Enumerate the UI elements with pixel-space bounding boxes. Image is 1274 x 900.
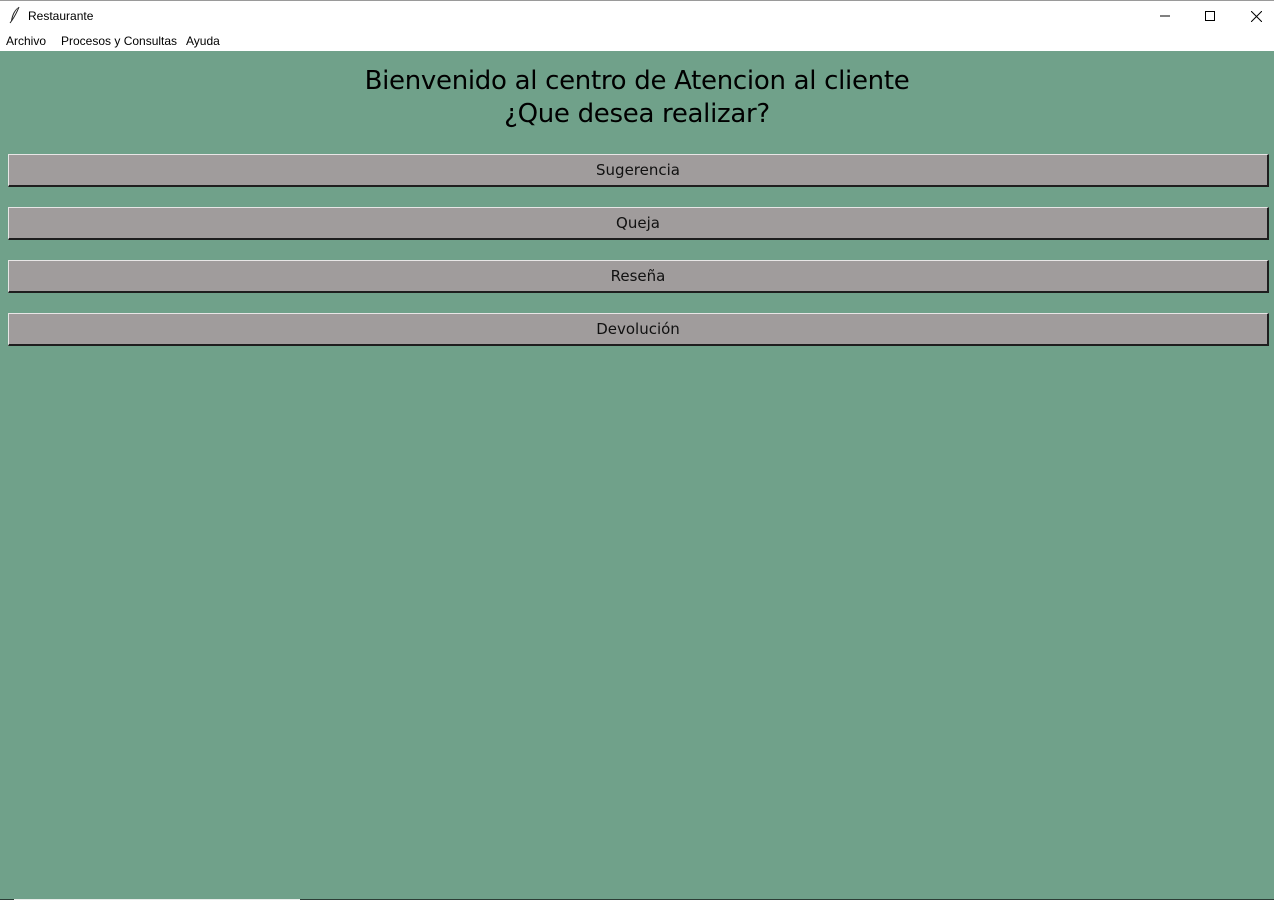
menu-bar: Archivo Procesos y Consultas Ayuda (0, 31, 1274, 51)
menu-ayuda[interactable]: Ayuda (186, 34, 220, 48)
prompt-heading: ¿Que desea realizar? (504, 99, 770, 129)
window-title: Restaurante (28, 9, 94, 23)
sugerencia-button[interactable]: Sugerencia (8, 154, 1269, 187)
close-button[interactable] (1233, 1, 1274, 31)
devolucion-button[interactable]: Devolución (8, 313, 1269, 346)
main-content: Bienvenido al centro de Atencion al clie… (0, 51, 1274, 899)
minimize-icon (1160, 15, 1170, 17)
maximize-icon (1205, 11, 1215, 21)
resena-button[interactable]: Reseña (8, 260, 1269, 293)
minimize-button[interactable] (1142, 1, 1188, 31)
app-window: Restaurante Archivo Procesos y Consultas… (0, 0, 1274, 900)
menu-procesos-y-consultas[interactable]: Procesos y Consultas (61, 34, 177, 48)
feather-icon (8, 6, 22, 24)
menu-archivo[interactable]: Archivo (6, 34, 46, 48)
welcome-heading: Bienvenido al centro de Atencion al clie… (364, 66, 910, 96)
queja-button[interactable]: Queja (8, 207, 1269, 240)
title-bar[interactable]: Restaurante (0, 1, 1274, 31)
maximize-button[interactable] (1187, 1, 1233, 31)
close-icon (1250, 10, 1262, 22)
